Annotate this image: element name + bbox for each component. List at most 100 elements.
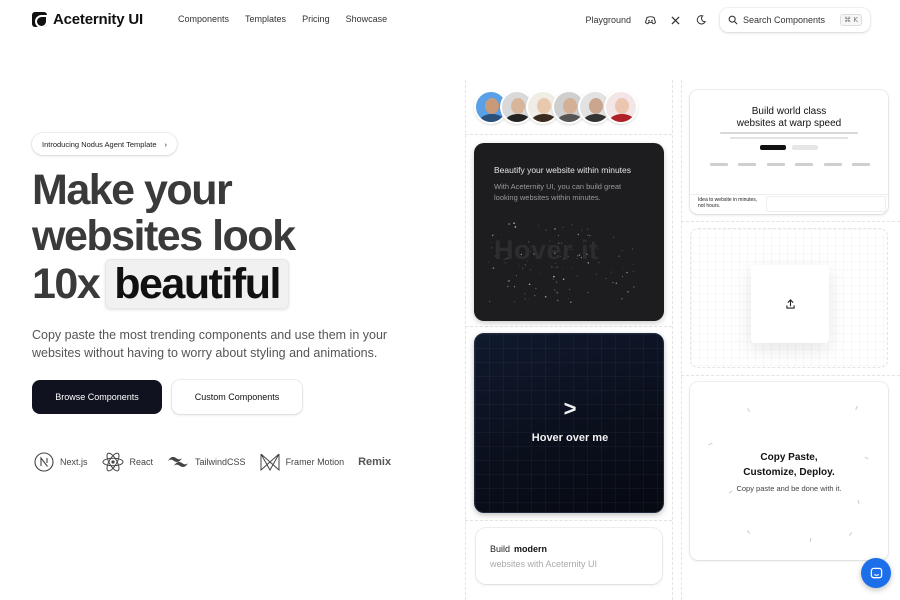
particle-dot <box>552 278 555 280</box>
nav-link-templates[interactable]: Templates <box>245 14 286 24</box>
particle-dot <box>500 293 501 294</box>
particle-dot <box>596 273 597 275</box>
spark-line <box>809 537 812 543</box>
particle-dot <box>562 226 564 228</box>
nav-right: Playground Search Components ⌘ K <box>585 8 870 32</box>
spark-line <box>855 405 858 411</box>
particle-dot <box>587 228 589 230</box>
particle-dot <box>610 271 612 273</box>
particle-dot <box>551 266 553 268</box>
hover-over-me-card[interactable]: > Hover over me <box>474 333 664 513</box>
particle-dot <box>609 255 610 257</box>
file-upload-card[interactable] <box>690 228 888 368</box>
particle-dot <box>544 296 547 298</box>
particle-dot <box>576 275 578 277</box>
particle-dot <box>555 291 558 293</box>
site-headline-line-1: Build world class <box>751 106 827 117</box>
particle-dot <box>545 229 547 231</box>
hero-subtitle: Copy paste the most trending components … <box>32 328 388 360</box>
particle-dot <box>615 282 617 284</box>
particle-dot <box>568 288 571 291</box>
particle-dot <box>581 230 583 232</box>
aceternity-logo-icon <box>32 12 47 27</box>
spark-line <box>708 442 713 446</box>
particle-dot <box>607 233 608 235</box>
x-icon[interactable] <box>670 15 681 26</box>
particle-dot <box>528 283 531 286</box>
particle-dot <box>621 298 623 300</box>
particle-dot <box>631 248 633 250</box>
nav-link-pricing[interactable]: Pricing <box>302 14 330 24</box>
framer-motion-icon <box>260 453 280 471</box>
particle-dot <box>621 250 623 252</box>
moon-icon[interactable] <box>695 15 706 26</box>
particle-dot <box>506 285 509 288</box>
brand-name: Aceternity UI <box>53 11 143 28</box>
nav-link-showcase[interactable]: Showcase <box>346 14 388 24</box>
tech-label-framer-motion: Framer Motion <box>285 457 345 467</box>
particle-dot <box>508 280 510 282</box>
search-button[interactable]: Search Components ⌘ K <box>720 8 870 32</box>
particle-dot <box>632 271 634 273</box>
tech-label-nextjs: Next.js <box>60 457 88 467</box>
tech-tailwind: TailwindCSS <box>167 455 246 469</box>
avatar[interactable] <box>604 90 638 124</box>
headline-line-3: 10x beautiful <box>32 259 294 309</box>
particle-dot <box>633 286 635 288</box>
site-headline-line-2: websites at warp speed <box>736 118 842 129</box>
particle-dot <box>488 261 490 263</box>
nav-link-components[interactable]: Components <box>178 14 229 24</box>
spark-line <box>857 499 860 505</box>
spark-line <box>747 408 750 412</box>
tech-label-react: React <box>129 457 154 467</box>
build-word: modern <box>514 544 548 554</box>
particle-dot <box>554 289 556 291</box>
react-icon <box>102 452 124 472</box>
particle-dot <box>488 300 491 302</box>
chevron-icon: > <box>563 396 577 421</box>
nav-link-playground[interactable]: Playground <box>585 15 631 25</box>
search-label: Search Components <box>743 15 826 25</box>
particle-dot <box>491 247 493 249</box>
headline-line-1: Make your <box>32 166 233 214</box>
build-modern-card: Build modern websites with Aceternity UI <box>476 528 662 584</box>
particle-dot <box>626 271 628 274</box>
discord-icon[interactable] <box>645 15 656 26</box>
particle-dot <box>622 268 624 269</box>
copy-card-headline: Copy Paste, Customize, Deploy. <box>690 450 888 480</box>
headline-prefix: 10x <box>32 260 101 308</box>
copy-card-body: Copy paste and be done with it. <box>736 484 842 493</box>
custom-components-button[interactable]: Custom Components <box>172 380 302 414</box>
copy-headline-line-1: Copy Paste, <box>760 452 818 463</box>
brand-logo[interactable]: Aceternity UI <box>32 11 143 28</box>
particle-dot <box>535 287 537 289</box>
announcement-pill[interactable]: Introducing Nodus Agent Template › <box>32 133 178 155</box>
tech-remix: Remix <box>358 456 391 468</box>
build-line-2: websites with Aceternity UI <box>490 559 598 569</box>
particle-dot <box>556 299 559 302</box>
particle-dot <box>513 286 516 288</box>
preview-text-line <box>730 137 848 139</box>
search-shortcut: ⌘ K <box>840 14 862 26</box>
hero-headline: Make your websites look 10x beautiful <box>32 166 296 309</box>
particle-dot <box>524 298 526 300</box>
particle-dot <box>627 291 629 293</box>
upload-dropzone[interactable] <box>751 265 829 343</box>
preview-section-text: Idea to website in minutes, not hours. <box>698 197 758 209</box>
grid-line <box>465 520 672 521</box>
beautify-card-title: Beautify your website within minutes <box>494 165 632 175</box>
website-preview-card[interactable]: Build world class websites at warp speed… <box>690 90 888 214</box>
particle-dot <box>513 225 515 227</box>
preview-button <box>760 145 786 150</box>
particle-dot <box>612 236 615 238</box>
browse-components-button[interactable]: Browse Components <box>32 380 162 414</box>
particle-dot <box>553 275 555 278</box>
beautify-card[interactable]: Beautify your website within minutes Wit… <box>474 143 664 321</box>
particle-dot <box>555 266 556 268</box>
spark-line <box>746 530 751 534</box>
particle-dot <box>530 269 531 271</box>
nav-links: Components Templates Pricing Showcase <box>178 14 387 24</box>
chevron-right-icon: › <box>164 139 168 149</box>
chat-button[interactable] <box>861 558 891 588</box>
particle-dot <box>587 292 589 294</box>
